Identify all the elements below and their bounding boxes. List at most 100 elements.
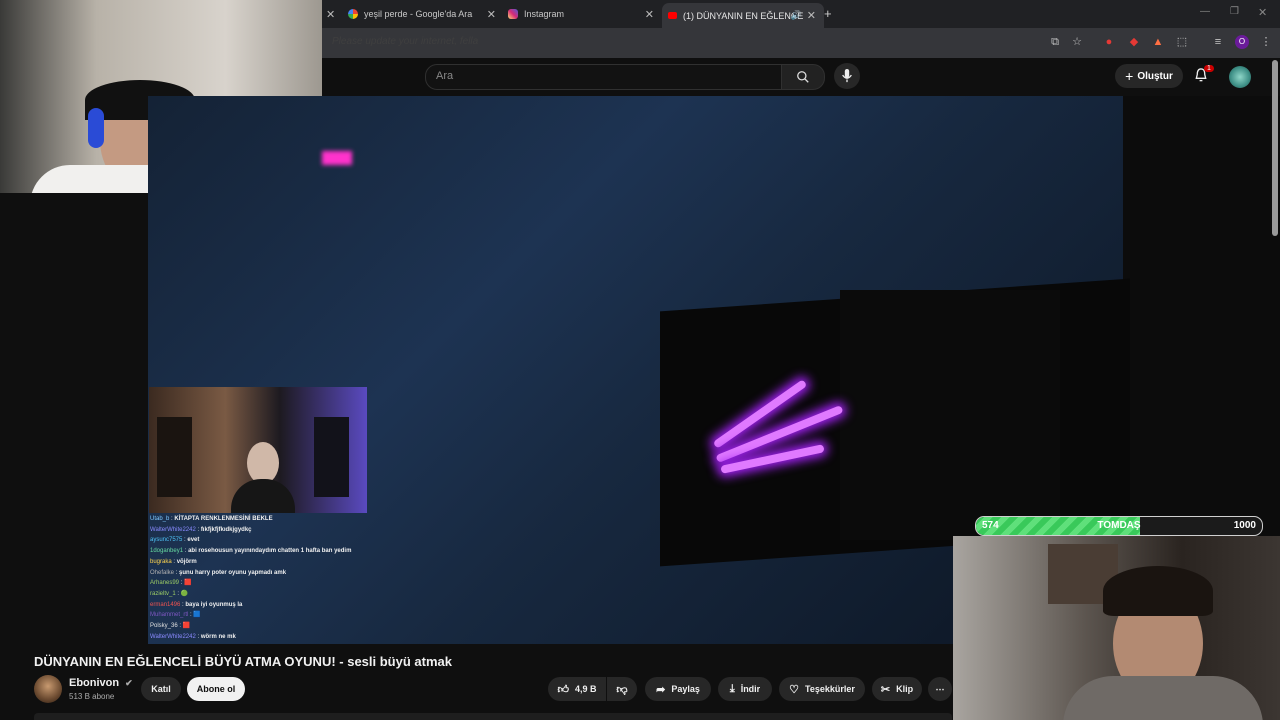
voice-search-button[interactable]	[834, 63, 860, 89]
like-button[interactable]: 👍︎ 4,9 B	[548, 677, 606, 701]
search-button[interactable]	[781, 64, 825, 90]
share-button[interactable]: ➦ Paylaş	[645, 677, 711, 701]
chat-text: 🟥	[182, 623, 191, 630]
chat-text: KİTAPTA RENKLENMESİNİ BEKLE	[174, 516, 273, 522]
browser-menu-icon[interactable]: ⋮	[1259, 35, 1273, 49]
chat-message: Muhammet_rtl : 🟦	[150, 612, 201, 619]
extension-fox-icon[interactable]: ▲	[1151, 35, 1165, 49]
chat-username: Utab_b	[150, 516, 170, 522]
webcam-overlay-game	[149, 387, 367, 513]
goal-progress-bar: 574 TOMDAŞ 1000	[975, 516, 1263, 536]
join-label: Katıl	[151, 684, 171, 694]
chat-username: WalterWhite2242	[150, 526, 196, 533]
search-input[interactable]	[425, 64, 783, 90]
description-box[interactable]	[34, 713, 952, 720]
clip-label: Klip	[896, 684, 914, 694]
extensions-puzzle-icon[interactable]: ⬚	[1175, 35, 1189, 49]
subscribe-button[interactable]: Abone ol	[187, 677, 245, 701]
chat-text: abi rosehousun yayınındaydım chatten 1 h…	[188, 548, 352, 555]
clip-button[interactable]: ✂ Klip	[872, 677, 922, 701]
chat-message: razieltv_1 : 🟢	[150, 590, 189, 597]
thanks-label: Teşekkürler	[805, 684, 855, 694]
plus-icon: +	[1125, 68, 1134, 84]
close-window-icon[interactable]: ✕	[1258, 6, 1267, 19]
chat-message: aysunc7575 : evet	[150, 537, 200, 544]
create-button[interactable]: + Oluştur	[1115, 64, 1183, 88]
chat-message: WalterWhite2242 : wörm ne mk	[150, 633, 236, 640]
goal-label: TOMDAŞ	[1097, 520, 1141, 531]
tab-instagram[interactable]: Instagram ✕	[508, 4, 654, 24]
share-icon: ➦	[656, 683, 666, 696]
channel-avatar[interactable]	[34, 675, 62, 703]
chat-username: Polsky_36	[150, 623, 178, 630]
subscriber-count: 513 B abone	[69, 692, 115, 701]
tab-title: (1) DÜNYANIN EN EĞLENCE	[683, 10, 804, 21]
chat-text: baya iyi oyunmuş la	[185, 601, 243, 608]
page-scrollbar[interactable]	[1272, 60, 1278, 236]
chat-text: evet	[187, 537, 200, 544]
chat-message: bugraka : võjörm	[150, 558, 197, 565]
chat-text: võjörm	[176, 558, 197, 565]
create-label: Oluştur	[1137, 70, 1173, 82]
monitor	[314, 417, 349, 497]
extension-red-icon[interactable]: ●	[1102, 35, 1116, 49]
thumbs-down-icon: 👎︎	[616, 683, 628, 696]
chat-username: erman1496	[150, 601, 181, 608]
chat-text: wörm ne mk	[200, 633, 236, 640]
chat-text: şunu harry poter oyunu yapmadı amk	[179, 569, 287, 576]
chat-message: Utab_b : KİTAPTA RENKLENMESİNİ BEKLE	[150, 516, 273, 522]
search-placeholder: Ara	[436, 70, 454, 82]
tab-google[interactable]: yeşil perde - Google'da Ara ✕	[348, 4, 496, 24]
download-label: İndir	[740, 684, 761, 694]
bookmark-star-icon[interactable]: ☆	[1070, 35, 1084, 49]
instagram-icon	[508, 9, 518, 19]
chat-message: Ohefalke : şunu harry poter oyunu yapmad…	[150, 569, 287, 576]
close-icon[interactable]: ✕	[326, 8, 335, 21]
player-right-edge	[1123, 96, 1280, 536]
chat-message: WalterWhite2242 : fıkfjkfjfkıdkjgydkç	[150, 526, 252, 533]
spell-book-page	[840, 290, 1060, 540]
scissors-icon: ✂	[880, 683, 891, 696]
close-icon[interactable]: ✕	[645, 8, 654, 21]
thumbs-up-icon: 👍︎	[557, 683, 569, 696]
download-button[interactable]: ⤓ İndir	[718, 677, 772, 701]
channel-name[interactable]: Ebonivon ✔	[69, 677, 133, 689]
chat-username: 1doganbey1	[150, 548, 184, 555]
stream-chat: Utab_b : KİTAPTA RENKLENMESİNİ BEKLE Wal…	[150, 514, 370, 642]
share-label: Paylaş	[671, 684, 700, 694]
chat-username: WalterWhite2242	[150, 633, 196, 640]
notifications-button[interactable]: 1	[1194, 65, 1214, 84]
restore-icon[interactable]: ❐	[1230, 6, 1239, 17]
install-icon[interactable]: ⧉	[1048, 35, 1062, 49]
close-icon[interactable]: ✕	[807, 9, 816, 22]
minimize-icon[interactable]: —	[1200, 6, 1210, 17]
chat-username: Ohefalke	[150, 569, 175, 576]
verified-icon: ✔	[125, 678, 133, 688]
tab-youtube-active[interactable]: (1) DÜNYANIN EN EĞLENCE 🔊 ✕	[662, 3, 824, 28]
media-queue-icon[interactable]: ≡	[1211, 35, 1225, 49]
video-title: DÜNYANIN EN EĞLENCELİ BÜYÜ ATMA OYUNU! -…	[34, 654, 452, 669]
webcam-overlay-bottom	[953, 536, 1280, 720]
neon-light	[322, 151, 352, 165]
profile-icon[interactable]: O	[1235, 35, 1249, 49]
speaker-icon[interactable]: 🔊	[791, 10, 802, 21]
extension-bird-icon[interactable]: ◆	[1127, 35, 1141, 49]
chat-text: fıkfjkfjfkıdkjgydkç	[200, 526, 252, 533]
dislike-button[interactable]: 👎︎	[607, 677, 637, 701]
chat-username: razieltv_1	[150, 590, 176, 597]
door	[157, 417, 192, 497]
chat-username: Arhanes99	[150, 580, 180, 587]
join-button[interactable]: Katıl	[141, 677, 181, 701]
more-actions-button[interactable]: ⋯	[928, 677, 952, 701]
account-avatar[interactable]	[1229, 66, 1251, 88]
thanks-button[interactable]: ♡ Teşekkürler	[779, 677, 865, 701]
new-tab-button[interactable]: +	[824, 6, 832, 21]
chat-username: bugraka	[150, 558, 172, 565]
chat-username: Muhammet_rtl	[150, 612, 189, 619]
close-icon[interactable]: ✕	[487, 8, 496, 21]
like-count: 4,9 B	[574, 684, 597, 694]
tab-title: yeşil perde - Google'da Ara	[364, 9, 473, 19]
address-input[interactable]: Please update your internet, fella	[332, 36, 478, 47]
google-icon	[348, 9, 358, 19]
chat-text: 🟦	[193, 612, 201, 619]
